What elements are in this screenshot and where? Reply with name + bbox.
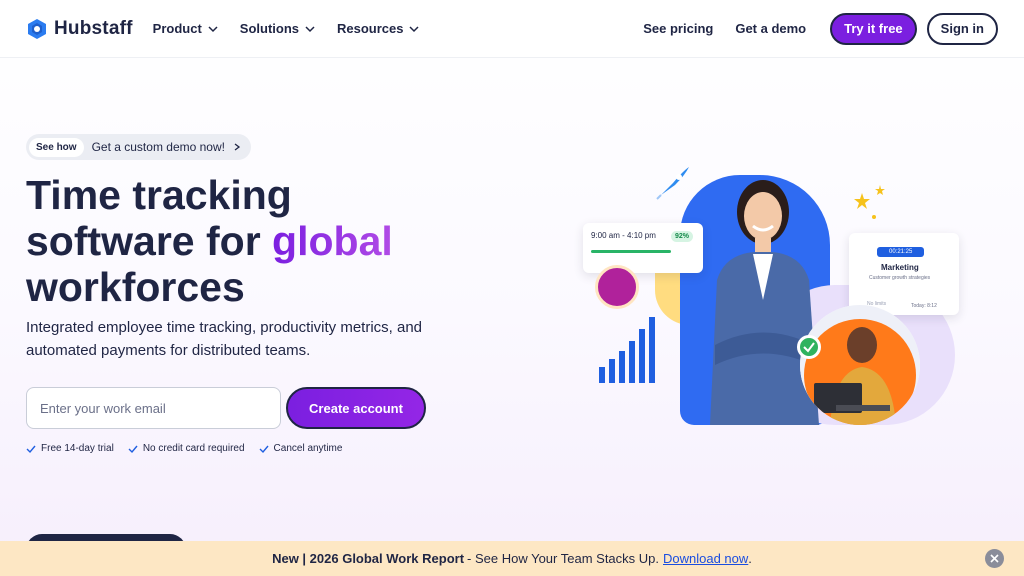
timer-label: 00:21:25 xyxy=(877,247,925,257)
main-menu: Product Solutions Resources xyxy=(153,21,420,36)
headline-accent: global xyxy=(272,218,393,264)
top-nav: Hubstaff Product Solutions Resources See… xyxy=(0,0,1024,58)
perks-list: Free 14-day trial No credit card require… xyxy=(26,443,342,454)
avatar xyxy=(595,265,639,309)
headline-line1: Time tracking xyxy=(26,172,292,218)
banner-end: . xyxy=(748,551,752,566)
perk-label: Free 14-day trial xyxy=(41,443,114,454)
rocket-icon xyxy=(656,167,689,200)
task-today: Today: 8:12 xyxy=(911,303,937,309)
man-with-laptop-illustration xyxy=(800,305,920,425)
task-subtitle: Customer growth strategies xyxy=(869,275,931,281)
check-icon xyxy=(259,445,269,453)
menu-solutions-label: Solutions xyxy=(239,21,299,36)
logo-text: Hubstaff xyxy=(54,17,133,39)
check-icon xyxy=(803,342,815,353)
task-title: Marketing xyxy=(881,263,919,272)
hero-subtitle: Integrated employee time tracking, produ… xyxy=(26,319,423,359)
time-card: 9:00 am - 4:10 pm 92% xyxy=(583,223,703,273)
close-banner-button[interactable] xyxy=(985,549,1004,568)
demo-pill[interactable]: See how Get a custom demo now! xyxy=(26,134,251,160)
create-account-button[interactable]: Create account xyxy=(286,387,426,429)
percent-badge: 92% xyxy=(670,231,693,242)
perk-item: Free 14-day trial xyxy=(26,443,114,454)
perk-item: No credit card required xyxy=(128,443,245,454)
try-free-button[interactable]: Try it free xyxy=(830,12,917,45)
menu-resources-label: Resources xyxy=(337,21,404,36)
chevron-right-icon xyxy=(234,143,241,151)
progress-bar xyxy=(591,250,671,253)
announcement-banner: New | 2026 Global Work Report - See How … xyxy=(0,541,1024,576)
perk-label: Cancel anytime xyxy=(273,443,343,454)
sign-in-button[interactable]: Sign in xyxy=(926,12,998,45)
time-range: 9:00 am - 4:10 pm xyxy=(591,231,656,240)
task-card: 00:21:25 Marketing Customer growth strat… xyxy=(849,233,959,315)
hubstaff-logo-icon xyxy=(28,18,46,39)
pill-text: Get a custom demo now! xyxy=(91,140,225,154)
close-icon xyxy=(990,554,999,563)
perk-item: Cancel anytime xyxy=(259,443,343,454)
check-icon xyxy=(26,445,36,453)
chevron-down-icon xyxy=(208,25,218,32)
banner-bold: New | 2026 Global Work Report xyxy=(272,551,465,566)
check-icon xyxy=(128,445,138,453)
download-now-link[interactable]: Download now xyxy=(663,551,748,566)
hero-illustration: 9:00 am - 4:10 pm 92% 00:21:25 Marketing… xyxy=(575,165,965,430)
chevron-down-icon xyxy=(409,25,420,32)
menu-product-label: Product xyxy=(152,21,202,36)
menu-solutions[interactable]: Solutions xyxy=(240,21,315,36)
check-badge-icon xyxy=(797,335,821,359)
chevron-down-icon xyxy=(305,25,315,32)
perk-label: No credit card required xyxy=(142,443,245,454)
banner-text: - See How Your Team Stacks Up. xyxy=(467,551,659,566)
get-demo-link[interactable]: Get a demo xyxy=(729,21,812,36)
menu-product[interactable]: Product xyxy=(153,21,218,36)
bar-chart-icon xyxy=(599,317,655,383)
hero-headline: Time tracking software for global workfo… xyxy=(26,172,546,310)
email-field[interactable] xyxy=(26,387,281,429)
headline-line3: workforces xyxy=(26,264,245,310)
headline-line2: software for xyxy=(26,218,273,264)
menu-resources[interactable]: Resources xyxy=(337,21,420,36)
nav-actions: See pricing Get a demo Try it free Sign … xyxy=(637,12,998,45)
hubstaff-logo[interactable]: Hubstaff xyxy=(26,18,133,40)
pill-tag: See how xyxy=(29,137,84,157)
sparkle-icon xyxy=(854,185,885,219)
see-pricing-link[interactable]: See pricing xyxy=(637,21,719,36)
